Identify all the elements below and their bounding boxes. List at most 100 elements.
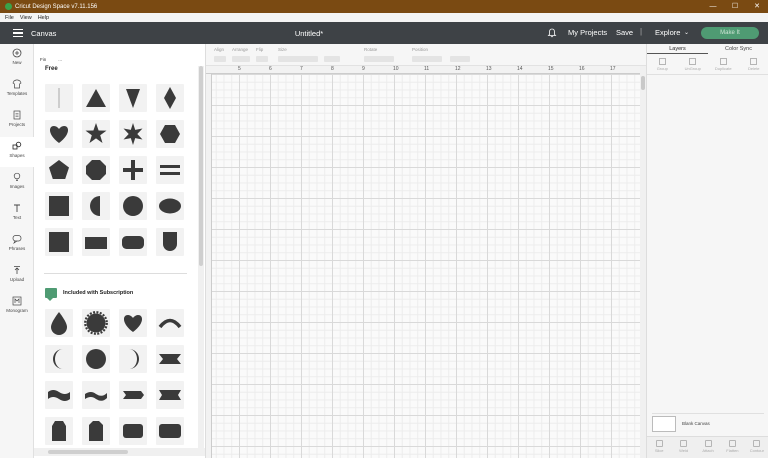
shape-tile-rectangle-square[interactable] xyxy=(45,228,73,256)
rail-item-shapes[interactable]: Shapes xyxy=(0,137,34,167)
my-projects-link[interactable]: My Projects xyxy=(568,28,607,37)
shape-tile-rounded-rectangle[interactable] xyxy=(119,228,147,256)
shape-tile-tag-rounded[interactable] xyxy=(82,417,110,445)
shape-tile-ribbon-banner[interactable] xyxy=(156,381,184,409)
layer-action-group[interactable]: Group xyxy=(647,55,678,74)
shape-tile-oval[interactable] xyxy=(156,192,184,220)
shape-tile-arc[interactable] xyxy=(156,309,184,337)
shape-tile-wave-banner[interactable] xyxy=(45,381,73,409)
explore-menu[interactable]: Explore xyxy=(655,28,680,37)
design-canvas[interactable] xyxy=(206,66,640,458)
toolbar-control[interactable] xyxy=(450,56,470,62)
layer-action-label: Delete xyxy=(747,66,760,71)
layer-action-delete[interactable]: Delete xyxy=(739,55,768,74)
shape-tile-octagon[interactable] xyxy=(82,156,110,184)
save-button[interactable]: Save xyxy=(616,28,633,37)
panel-horizontal-scrollbar-thumb[interactable] xyxy=(48,450,128,454)
shape-tile-rectangle[interactable] xyxy=(82,228,110,256)
shape-tile-heart[interactable] xyxy=(45,120,73,148)
rail-item-images[interactable]: Images xyxy=(0,168,34,198)
rail-item-projects[interactable]: Projects xyxy=(0,106,34,136)
shape-tile-shield[interactable] xyxy=(156,228,184,256)
shape-tile-rounded-rect[interactable] xyxy=(119,417,147,445)
toolbar-control[interactable] xyxy=(256,56,268,62)
arrow-banner-icon xyxy=(123,391,144,399)
menu-help[interactable]: Help xyxy=(38,15,49,21)
shape-tile-star-6[interactable] xyxy=(119,120,147,148)
shield-icon xyxy=(163,232,177,251)
oval-icon xyxy=(159,198,181,214)
rail-item-monogram[interactable]: Monogram xyxy=(0,292,34,322)
chevron-down-icon[interactable]: ⌄ xyxy=(684,29,689,36)
left-rail: New Templates Projects Shapes Images Text Phra… xyxy=(0,44,34,458)
upload-icon xyxy=(14,266,20,274)
shape-tile-square[interactable] xyxy=(45,192,73,220)
bottom-action-contour[interactable]: Contour xyxy=(745,437,768,458)
plus-icon xyxy=(123,160,143,180)
subscription-badge-icon xyxy=(45,288,57,301)
rail-item-upload[interactable]: Upload xyxy=(0,261,34,291)
toolbar-control[interactable] xyxy=(324,56,340,62)
shape-tile-equals[interactable] xyxy=(156,156,184,184)
shape-tile-hexagon[interactable] xyxy=(156,120,184,148)
maximize-button[interactable]: ☐ xyxy=(724,0,746,13)
toolbar-control[interactable] xyxy=(278,56,318,62)
make-it-button[interactable]: Make It xyxy=(701,27,759,39)
diamond-icon xyxy=(164,87,176,109)
ruler-tick-label: 6 xyxy=(269,66,272,72)
close-button[interactable]: ✕ xyxy=(746,0,768,13)
shape-tile-crescent-right[interactable] xyxy=(119,345,147,373)
horizontal-ruler: 56789101112131415161718 xyxy=(206,66,647,74)
rail-item-phrases[interactable]: Phrases xyxy=(0,230,34,260)
toolbar-group-label: Align xyxy=(214,47,225,52)
layer-action-ungroup[interactable]: UnGroup xyxy=(678,55,709,74)
bell-icon[interactable] xyxy=(547,28,557,38)
shape-tile-tag[interactable] xyxy=(45,417,73,445)
toolbar-control[interactable] xyxy=(364,56,394,62)
bottom-action-attach[interactable]: Attach xyxy=(696,437,720,458)
shape-tile-isosceles-triangle[interactable] xyxy=(119,84,147,112)
bottom-action-flatten[interactable]: Flatten xyxy=(720,437,744,458)
blank-canvas-row[interactable]: Blank Canvas xyxy=(652,413,764,433)
panel-scrollbar-thumb[interactable] xyxy=(199,66,203,266)
toolbar-control[interactable] xyxy=(232,56,250,62)
canvas-scrollbar-thumb[interactable] xyxy=(641,76,645,90)
rail-item-text[interactable]: Text xyxy=(0,199,34,229)
shape-tile-crescent-left[interactable] xyxy=(45,345,73,373)
minimize-button[interactable]: — xyxy=(702,0,724,13)
shape-tile-scallop-circle[interactable] xyxy=(82,309,110,337)
shape-tile-arrow-banner[interactable] xyxy=(119,381,147,409)
menu-file[interactable]: File xyxy=(5,15,14,21)
shape-tile-rounded-rect-2[interactable] xyxy=(156,417,184,445)
layer-action-duplicate[interactable]: Duplicate xyxy=(708,55,739,74)
shape-tile-wave-banner-2[interactable] xyxy=(82,381,110,409)
panel-tab[interactable]: ... xyxy=(58,57,62,62)
shape-tile-pentagon[interactable] xyxy=(45,156,73,184)
bottom-action-slice[interactable]: Slice xyxy=(647,437,671,458)
shape-tile-half-circle[interactable] xyxy=(82,192,110,220)
ruler-tick-label: 14 xyxy=(517,66,523,72)
shape-tile-star[interactable] xyxy=(82,120,110,148)
shape-tile-plus[interactable] xyxy=(119,156,147,184)
shape-tile-banner[interactable] xyxy=(156,345,184,373)
projects-icon xyxy=(13,110,21,120)
shape-tile-triangle[interactable] xyxy=(82,84,110,112)
shape-tile-heart[interactable] xyxy=(119,309,147,337)
shape-tile-circle[interactable] xyxy=(119,192,147,220)
tab-color-sync[interactable]: Color Sync xyxy=(708,44,768,54)
toolbar-control[interactable] xyxy=(214,56,226,62)
toolbar-group-label: Rotate xyxy=(364,47,378,52)
menu-view[interactable]: View xyxy=(20,15,32,21)
rail-item-new[interactable]: New xyxy=(0,44,34,74)
shape-tile-score-line[interactable] xyxy=(45,84,73,112)
lightbulb-icon xyxy=(13,172,21,181)
panel-tab[interactable]: Fin xyxy=(40,57,46,62)
shape-tile-drop[interactable] xyxy=(45,309,73,337)
tab-layers[interactable]: Layers xyxy=(647,44,708,54)
bottom-action-weld[interactable]: Weld xyxy=(671,437,695,458)
document-title[interactable]: Untitled* xyxy=(0,29,618,38)
shape-tile-circle[interactable] xyxy=(82,345,110,373)
shape-tile-diamond[interactable] xyxy=(156,84,184,112)
rail-item-templates[interactable]: Templates xyxy=(0,75,34,105)
toolbar-control[interactable] xyxy=(412,56,442,62)
